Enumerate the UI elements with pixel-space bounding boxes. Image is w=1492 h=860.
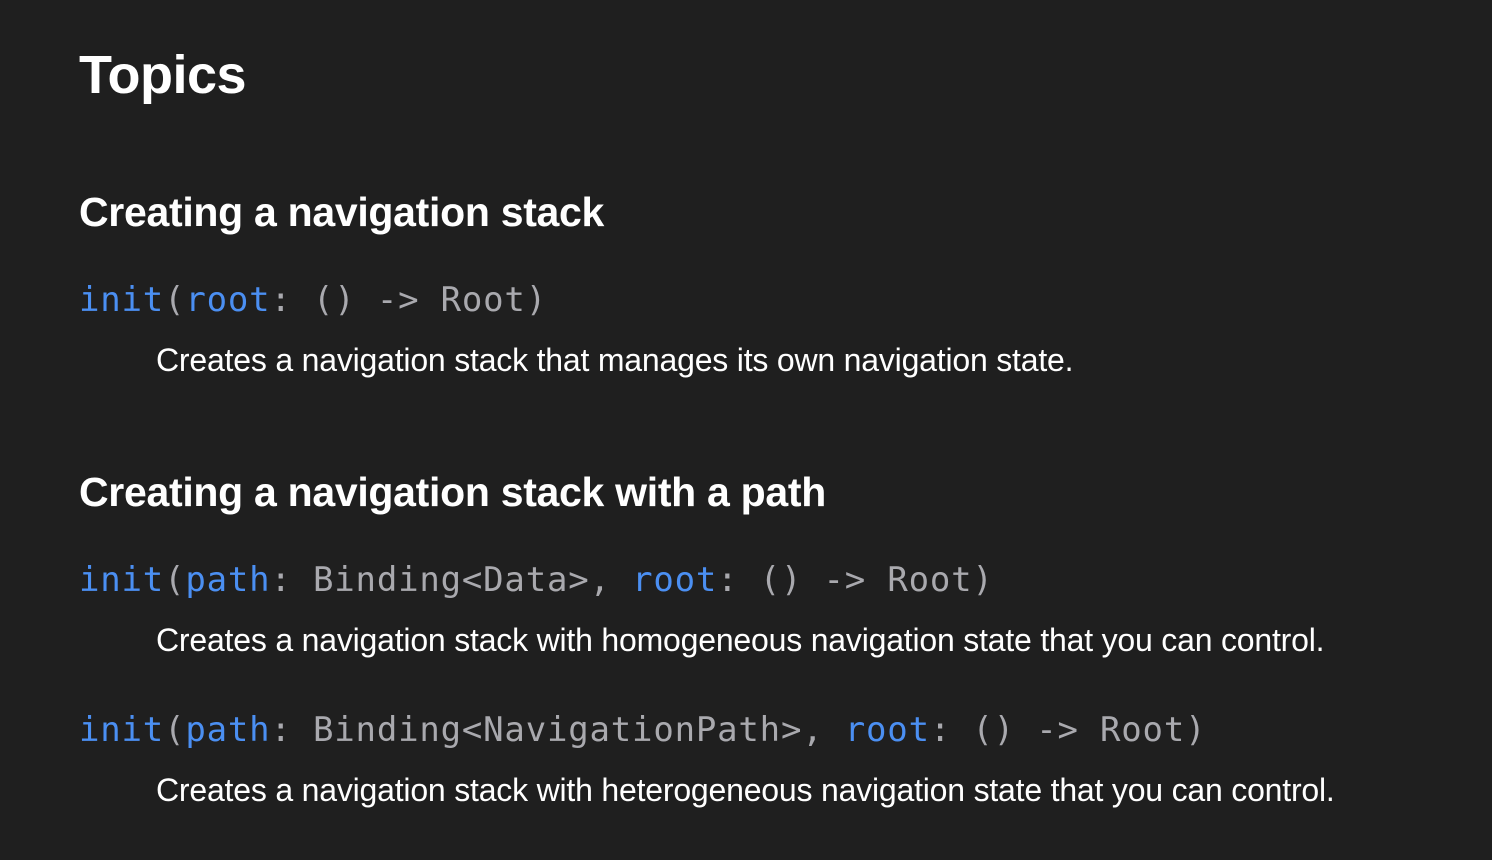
topic-abstract: Creates a navigation stack with homogene… <box>156 622 1325 658</box>
signature-keyword: init <box>79 560 165 600</box>
signature-punctuation: ( <box>164 710 186 750</box>
signature-param-label: root <box>185 280 271 320</box>
section-heading: Creating a navigation stack with a path <box>79 469 826 515</box>
signature-param-label: root <box>844 710 930 750</box>
signature-keyword: init <box>79 710 165 750</box>
topic-abstract: Creates a navigation stack with heteroge… <box>156 772 1335 808</box>
signature-param-label: path <box>185 560 271 600</box>
signature-type: : () -> Root) <box>929 710 1207 750</box>
signature-type: : Binding<Data>, <box>270 560 633 600</box>
signature-param-label: root <box>632 560 718 600</box>
topic-abstract: Creates a navigation stack that manages … <box>156 342 1074 378</box>
topic-link-init-root[interactable]: init(root: () -> Root) <box>79 279 547 321</box>
signature-type: : Binding<NavigationPath>, <box>270 710 845 750</box>
signature-type: : () -> Root) <box>270 280 547 320</box>
signature-keyword: init <box>79 280 165 320</box>
page-title: Topics <box>79 45 247 105</box>
topic-link-init-path-navigationpath-root[interactable]: init(path: Binding<NavigationPath>, root… <box>79 709 1206 751</box>
topic-link-init-path-data-root[interactable]: init(path: Binding<Data>, root: () -> Ro… <box>79 559 994 601</box>
signature-punctuation: ( <box>164 560 186 600</box>
signature-param-label: path <box>185 710 271 750</box>
signature-punctuation: ( <box>164 280 186 320</box>
section-heading: Creating a navigation stack <box>79 189 605 235</box>
signature-type: : () -> Root) <box>717 560 994 600</box>
